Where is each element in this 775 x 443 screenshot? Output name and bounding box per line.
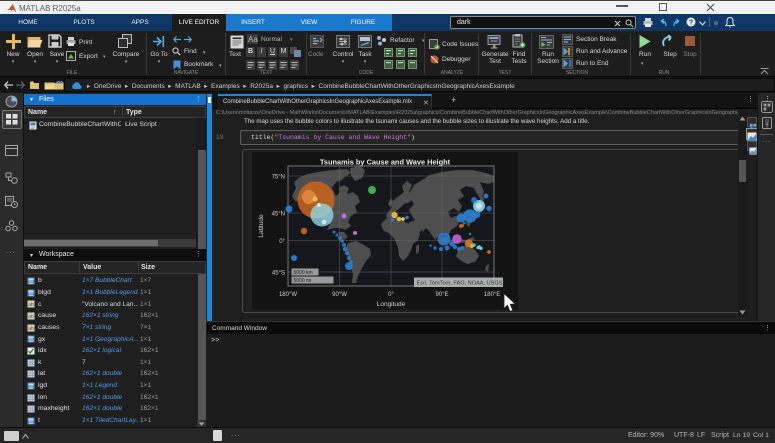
svg-text:90°E: 90°E (435, 292, 448, 298)
svg-text:90°W: 90°W (332, 292, 347, 298)
svg-text:0°: 0° (388, 292, 394, 298)
svg-text:Esri, TomTom, FAO, NOAA, USGS: Esri, TomTom, FAO, NOAA, USGS (417, 281, 503, 287)
svg-text:ab: ab (28, 326, 34, 332)
svg-text:ab: ab (28, 302, 34, 308)
svg-text:45°S: 45°S (272, 271, 285, 277)
svg-text:Longitude: Longitude (377, 301, 406, 308)
svg-text:0°: 0° (279, 239, 285, 245)
svg-text:Latitude: Latitude (258, 214, 265, 238)
svg-text:Aa: Aa (248, 35, 258, 44)
svg-text:5000 km: 5000 km (294, 270, 313, 276)
svg-text:75°N: 75°N (272, 175, 285, 181)
svg-text:Tsunamis by Cause and Wave Hei: Tsunamis by Cause and Wave Height (320, 158, 451, 167)
svg-text:45°N: 45°N (272, 212, 285, 218)
svg-text:5000 mi: 5000 mi (294, 278, 312, 284)
svg-text:?: ? (689, 20, 693, 27)
svg-text:180°E: 180°E (484, 292, 500, 298)
svg-text:180°W: 180°W (279, 292, 297, 298)
svg-text:ab: ab (28, 314, 34, 320)
